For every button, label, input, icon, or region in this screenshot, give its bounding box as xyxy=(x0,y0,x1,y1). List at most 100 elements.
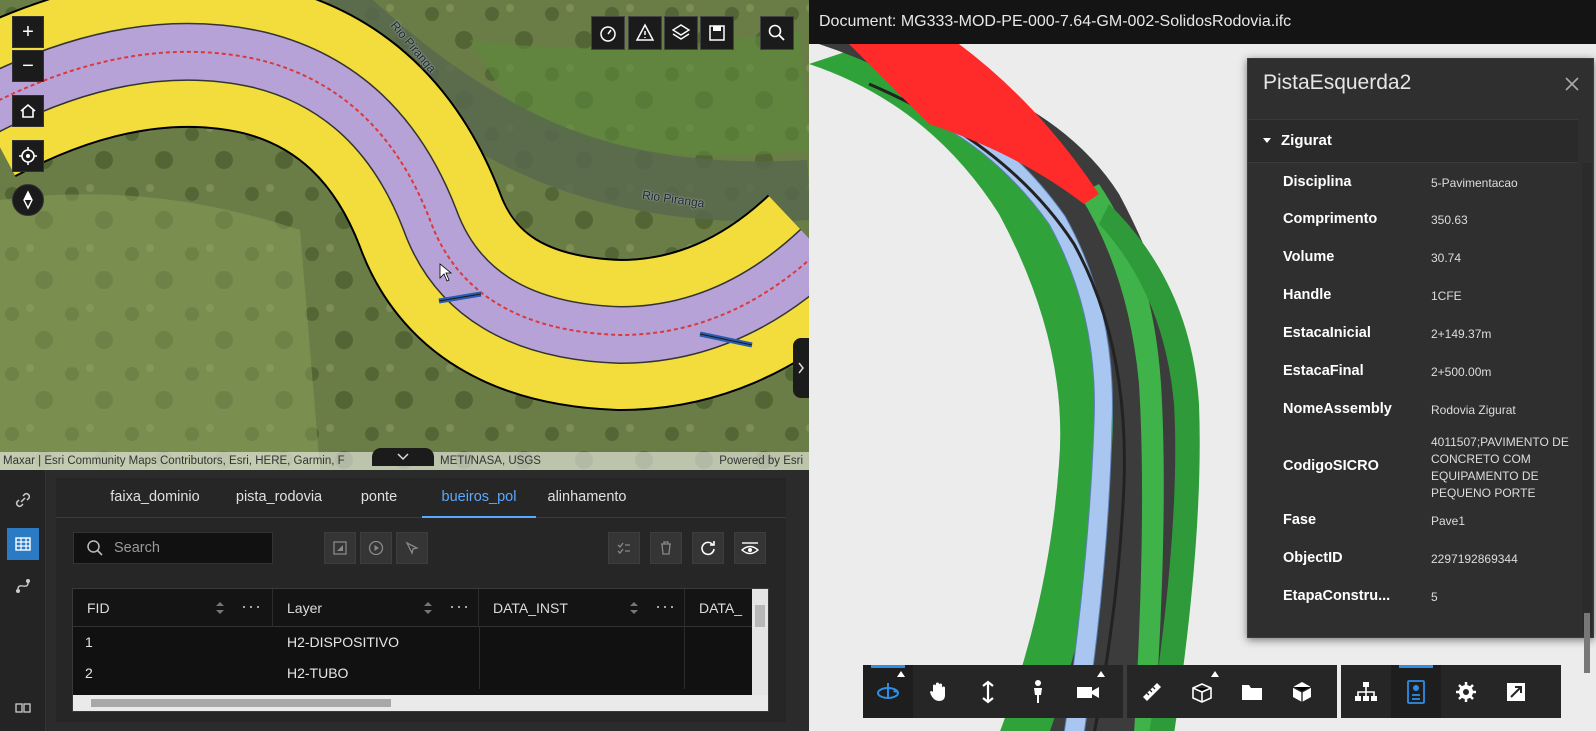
locate-icon xyxy=(19,147,37,165)
show-selected-button[interactable] xyxy=(608,532,640,564)
scroll-thumb[interactable] xyxy=(1584,613,1590,673)
explode-button[interactable] xyxy=(1227,665,1277,718)
fullscreen-button[interactable] xyxy=(1491,665,1541,718)
property-key: Comprimento xyxy=(1283,211,1378,227)
locate-button[interactable] xyxy=(12,140,44,172)
caret-down-icon xyxy=(1263,138,1271,143)
column-label: Layer xyxy=(287,600,323,616)
property-value: Rodovia Zigurat xyxy=(1431,403,1516,417)
map-view[interactable]: Rio Piranga Rio Piranga + − Maxar | Esri… xyxy=(0,0,809,470)
play-circle-icon xyxy=(368,540,384,556)
attribute-table-button[interactable] xyxy=(7,528,39,560)
property-key: EtapaConstru... xyxy=(1283,588,1391,604)
select-features-button[interactable] xyxy=(396,532,428,564)
refresh-button[interactable] xyxy=(692,532,724,564)
property-row: EstacaFinal 2+500.00m xyxy=(1248,352,1578,389)
column-label: FID xyxy=(87,600,110,616)
table-row[interactable]: 2 H2-TUBO xyxy=(73,658,753,689)
map-search-button[interactable] xyxy=(760,16,794,50)
vertical-scrollbar[interactable] xyxy=(752,589,768,697)
measure-distance-button[interactable] xyxy=(591,16,625,50)
tab-pista-rodovia[interactable]: pista_rodovia xyxy=(224,478,334,518)
scroll-thumb[interactable] xyxy=(91,699,391,707)
checklist-icon xyxy=(617,542,630,554)
property-value: 5 xyxy=(1431,590,1438,604)
folder-icon xyxy=(1242,684,1262,700)
save-icon xyxy=(709,25,725,41)
eye-icon xyxy=(740,542,760,555)
horizontal-scrollbar[interactable] xyxy=(73,695,768,711)
properties-scrollbar[interactable] xyxy=(1582,163,1592,673)
measure-area-icon xyxy=(635,23,655,41)
tab-faixa-dominio[interactable]: faixa_dominio xyxy=(100,478,210,518)
settings-button[interactable] xyxy=(1441,665,1491,718)
column-menu-icon[interactable]: ··· xyxy=(449,589,470,627)
layers-button[interactable] xyxy=(664,16,698,50)
search-field xyxy=(73,532,273,564)
properties-title: PistaEsquerda2 xyxy=(1263,71,1412,94)
route-button[interactable] xyxy=(7,570,39,602)
property-key: Handle xyxy=(1283,287,1332,303)
object-button[interactable] xyxy=(1277,665,1327,718)
link-button[interactable] xyxy=(7,484,39,516)
collapse-table-button[interactable] xyxy=(372,448,434,466)
layer-tabs: faixa_dominio pista_rodovia ponte bueiro… xyxy=(56,478,786,518)
property-key: EstacaFinal xyxy=(1283,363,1364,379)
sort-icon[interactable] xyxy=(423,601,433,615)
property-value: 1CFE xyxy=(1431,289,1462,303)
zoom-out-button[interactable]: − xyxy=(12,50,44,82)
powered-by-esri[interactable]: Powered by Esri xyxy=(719,452,803,470)
properties-button[interactable] xyxy=(1391,665,1441,718)
pan-button[interactable] xyxy=(913,665,963,718)
section-label: Zigurat xyxy=(1281,132,1332,149)
tab-ponte[interactable]: ponte xyxy=(344,478,414,518)
cell-layer: H2-TUBO xyxy=(287,665,349,681)
search-input[interactable] xyxy=(114,540,264,556)
play-button[interactable] xyxy=(360,532,392,564)
pasture-area xyxy=(0,194,320,470)
tab-bueiros-pol[interactable]: bueiros_pol xyxy=(422,478,536,518)
save-button[interactable] xyxy=(700,16,734,50)
attribute-grid: FID ··· Layer ··· DATA_INST ··· DATA_ 1 … xyxy=(72,588,769,712)
compass-button[interactable] xyxy=(12,184,44,216)
close-icon[interactable] xyxy=(1561,73,1583,95)
column-menu-icon[interactable]: ··· xyxy=(241,589,262,627)
ifc-viewer[interactable]: Document: MG333-MOD-PE-000-7.64-GM-002-S… xyxy=(809,0,1596,731)
model-browser-button[interactable] xyxy=(1341,665,1391,718)
cube-icon xyxy=(1292,681,1312,702)
scroll-thumb[interactable] xyxy=(755,605,765,627)
property-key: NomeAssembly xyxy=(1283,401,1392,417)
expand-rail-button[interactable] xyxy=(7,692,39,724)
section-button[interactable] xyxy=(1177,665,1227,718)
first-person-button[interactable] xyxy=(1013,665,1063,718)
expand-panel-button[interactable] xyxy=(793,338,809,398)
measure-button[interactable] xyxy=(1127,665,1177,718)
select-cursor-icon xyxy=(405,541,419,555)
properties-panel: PistaEsquerda2 Zigurat Disciplina 5-Pavim… xyxy=(1247,58,1594,673)
toggle-columns-button[interactable] xyxy=(734,532,766,564)
submenu-indicator xyxy=(897,671,905,677)
search-icon xyxy=(768,24,785,41)
column-menu-icon[interactable]: ··· xyxy=(655,589,676,627)
grid-header: FID ··· Layer ··· DATA_INST ··· DATA_ xyxy=(73,589,753,627)
sort-icon[interactable] xyxy=(215,601,225,615)
home-button[interactable] xyxy=(12,95,44,127)
orbit-button[interactable] xyxy=(863,665,913,718)
section-icon xyxy=(1192,682,1212,703)
tab-alinhamento[interactable]: alinhamento xyxy=(534,478,640,518)
zoom-icon xyxy=(982,680,994,703)
measure-area-button[interactable] xyxy=(628,16,662,50)
map-canvas[interactable] xyxy=(0,0,809,470)
zoom-button[interactable] xyxy=(963,665,1013,718)
property-row: Handle 1CFE xyxy=(1248,276,1578,313)
zoom-in-button[interactable]: + xyxy=(12,16,44,48)
property-value: Pave1 xyxy=(1431,514,1466,528)
sort-icon[interactable] xyxy=(629,601,639,615)
zoom-to-selection-button[interactable] xyxy=(324,532,356,564)
navigation-toolbar xyxy=(863,665,1123,718)
camera-button[interactable] xyxy=(1063,665,1113,718)
table-row[interactable]: 1 H2-DISPOSITIVO xyxy=(73,627,753,658)
properties-section-header[interactable]: Zigurat xyxy=(1248,119,1578,163)
property-row: Fase Pave1 xyxy=(1248,501,1578,538)
delete-button[interactable] xyxy=(650,532,682,564)
